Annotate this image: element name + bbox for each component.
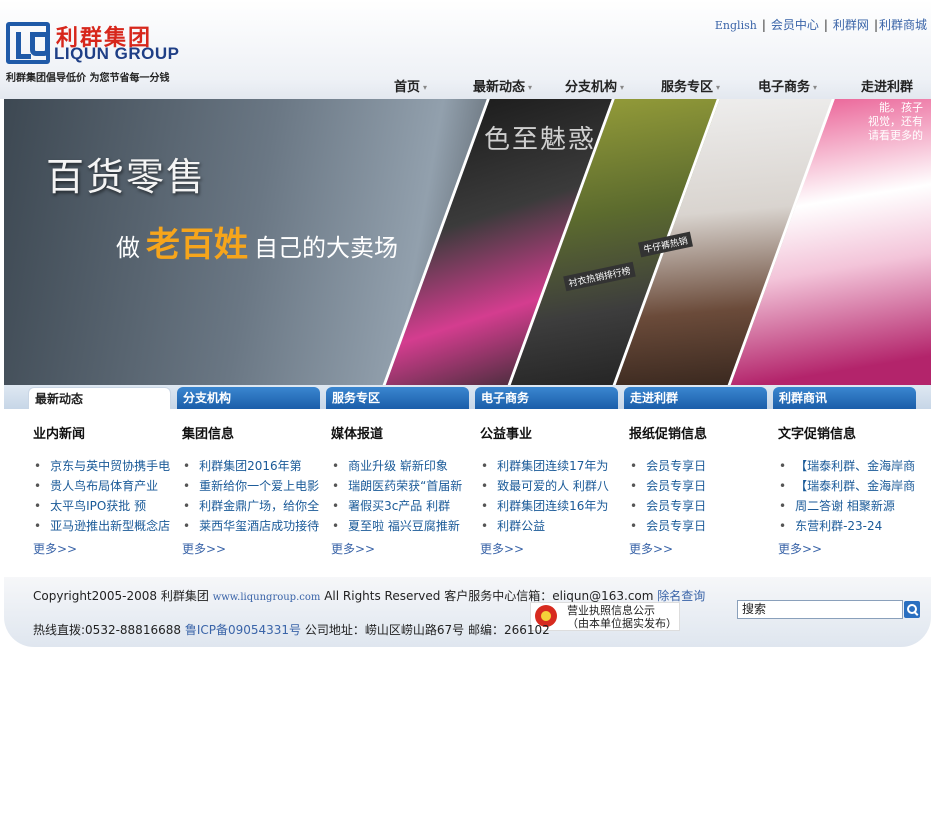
logo-mark-icon	[6, 22, 50, 64]
column-industry-news: 业内新闻 • 京东与英中贸协携手电 • 贵人鸟布局体育产业 • 太平鸟IPO获批 预 …	[29, 409, 174, 577]
list-item[interactable]: • 亚马逊推出新型概念店	[33, 516, 173, 536]
column-media-reports: 媒体报道 • 商业升级 崭新印象 • 瑞朗医药荣获“首届新 • 署假买3c产品 利群 …	[327, 409, 472, 577]
list-item[interactable]: • 太平鸟IPO获批 预	[33, 496, 173, 516]
chevron-down-icon: ▾	[716, 83, 721, 92]
footer-contact-line: 热线直拨:0532-88816688 鲁ICP备09054331号 公司地址：崂…	[33, 623, 550, 637]
main-nav: 首页 ▾ 最新动态 ▾ 分支机构 ▾ 服务专区 ▾ 电子商务 ▾ 走进利群	[384, 76, 931, 95]
tab-liqun-news[interactable]: 利群商讯	[773, 387, 916, 409]
site-footer: Copyright2005-2008 利群集团 www.liqungroup.c…	[4, 577, 931, 647]
news-list: • 【瑞泰利群、金海岸商 • 【瑞泰利群、金海岸商 • 周二答谢 相聚新源 • 东营利群…	[778, 456, 918, 536]
hero-banner[interactable]: 色至魅惑 衬衣热销排行榜 牛仔裤热销 能。孩子 视觉，还有 请看更多的 百货零售…	[4, 99, 931, 385]
list-item[interactable]: • 京东与英中贸协携手电	[33, 456, 173, 476]
tab-ecommerce[interactable]: 电子商务	[475, 387, 618, 409]
logo-english-name: LIQUN GROUP	[54, 44, 180, 63]
list-item[interactable]: • 利群集团连续16年为	[480, 496, 620, 516]
list-item[interactable]: • 东营利群-23-24	[778, 516, 918, 536]
link-liqun-net[interactable]: 利群网	[833, 18, 869, 32]
list-item[interactable]: • 利群集团连续17年为	[480, 456, 620, 476]
list-item[interactable]: • 夏至啦 福兴豆腐推新	[331, 516, 471, 536]
site-header: 利群集团 LIQUN GROUP 利群集团倡导低价 为您节省每一分钱 Engli…	[0, 0, 931, 99]
news-list: • 利群集团连续17年为 • 致最可爱的人 利群八 • 利群集团连续16年为 • 利群公…	[480, 456, 620, 536]
list-item[interactable]: • 莱西华玺酒店成功接待	[182, 516, 322, 536]
link-member-center[interactable]: 会员中心	[771, 18, 819, 32]
more-link[interactable]: 更多>>	[182, 540, 226, 557]
nav-latest-news[interactable]: 最新动态 ▾	[473, 76, 532, 95]
chevron-down-icon: ▾	[423, 83, 428, 92]
list-item[interactable]: • 会员专享日	[629, 496, 769, 516]
list-item[interactable]: • 利群集团2016年第	[182, 456, 322, 476]
tab-service-zone[interactable]: 服务专区	[326, 387, 469, 409]
logo-slogan: 利群集团倡导低价 为您节省每一分钱	[6, 73, 170, 84]
list-item[interactable]: • 【瑞泰利群、金海岸商	[778, 456, 918, 476]
top-links: English | 会员中心 | 利群网 |利群商城	[714, 18, 927, 32]
section-tabs: 最新动态 分支机构 服务专区 电子商务 走进利群 利群商讯	[4, 385, 931, 409]
list-item[interactable]: • 周二答谢 相聚新源	[778, 496, 918, 516]
column-group-info: 集团信息 • 利群集团2016年第 • 重新给你一个爱上电影 • 利群金鼎广场，给你全…	[178, 409, 323, 577]
more-link[interactable]: 更多>>	[33, 540, 77, 557]
nav-home[interactable]: 首页 ▾	[394, 76, 427, 95]
more-link[interactable]: 更多>>	[629, 540, 673, 557]
news-columns: 业内新闻 • 京东与英中贸协携手电 • 贵人鸟布局体育产业 • 太平鸟IPO获批 预 …	[4, 409, 931, 577]
list-item[interactable]: • 【瑞泰利群、金海岸商	[778, 476, 918, 496]
banner-corner-text: 能。孩子 视觉，还有 请看更多的	[868, 101, 923, 142]
chevron-down-icon: ▾	[813, 83, 818, 92]
column-title: 报纸促销信息	[629, 427, 708, 442]
more-link[interactable]: 更多>>	[778, 540, 822, 557]
news-list: • 京东与英中贸协携手电 • 贵人鸟布局体育产业 • 太平鸟IPO获批 预 • 亚马逊推…	[33, 456, 173, 536]
list-item[interactable]: • 致最可爱的人 利群八	[480, 476, 620, 496]
list-item[interactable]: • 瑞朗医药荣获“首届新	[331, 476, 471, 496]
news-list: • 会员专享日 • 会员专享日 • 会员专享日 • 会员专享日	[629, 456, 769, 536]
list-item[interactable]: • 署假买3c产品 利群	[331, 496, 471, 516]
list-item[interactable]: • 重新给你一个爱上电影	[182, 476, 322, 496]
news-list: • 利群集团2016年第 • 重新给你一个爱上电影 • 利群金鼎广场，给你全 • 莱西华…	[182, 456, 322, 536]
link-english[interactable]: English	[715, 19, 757, 32]
column-charity: 公益事业 • 利群集团连续17年为 • 致最可爱的人 利群八 • 利群集团连续16年为…	[476, 409, 621, 577]
banner-title: 百货零售	[46, 155, 207, 199]
more-link[interactable]: 更多>>	[480, 540, 524, 557]
tab-branches[interactable]: 分支机构	[177, 387, 320, 409]
list-item[interactable]: • 会员专享日	[629, 516, 769, 536]
footer-site-link[interactable]: www.liqungroup.com	[213, 592, 321, 603]
chevron-down-icon: ▾	[620, 83, 625, 92]
column-title: 公益事业	[480, 427, 533, 442]
news-list: • 商业升级 崭新印象 • 瑞朗医药荣获“首届新 • 署假买3c产品 利群 • 夏至啦 …	[331, 456, 471, 536]
list-item[interactable]: • 会员专享日	[629, 476, 769, 496]
nav-about-liqun[interactable]: 走进利群	[861, 76, 913, 95]
column-title: 业内新闻	[33, 427, 86, 442]
column-title: 集团信息	[182, 427, 235, 442]
banner-tagline: 色至魅惑	[484, 125, 597, 155]
badge-title: 营业执照信息公示	[567, 604, 655, 617]
list-item[interactable]: • 会员专享日	[629, 456, 769, 476]
search-icon[interactable]	[904, 601, 920, 618]
icp-link[interactable]: 鲁ICP备09054331号	[185, 623, 301, 637]
list-item[interactable]: • 贵人鸟布局体育产业	[33, 476, 173, 496]
banner-subtitle: 做老百姓 自己的大卖场	[116, 225, 398, 265]
nav-ecommerce[interactable]: 电子商务 ▾	[758, 76, 817, 95]
nav-service-zone[interactable]: 服务专区 ▾	[661, 76, 720, 95]
column-text-promotions: 文字促销信息 • 【瑞泰利群、金海岸商 • 【瑞泰利群、金海岸商 • 周二答谢 相聚新…	[774, 409, 919, 577]
tab-about-liqun[interactable]: 走进利群	[624, 387, 767, 409]
chevron-down-icon: ▾	[528, 83, 533, 92]
search-input[interactable]: 搜索	[737, 600, 903, 619]
business-license-badge[interactable]: 营业执照信息公示 （由本单位据实发布）	[530, 602, 680, 631]
nav-branches[interactable]: 分支机构 ▾	[565, 76, 624, 95]
column-newspaper-promotions: 报纸促销信息 • 会员专享日 • 会员专享日 • 会员专享日 • 会员专享日 更多>>	[625, 409, 770, 577]
tab-latest-news[interactable]: 最新动态	[28, 387, 171, 409]
column-title: 媒体报道	[331, 427, 384, 442]
more-link[interactable]: 更多>>	[331, 540, 375, 557]
logo[interactable]: 利群集团 LIQUN GROUP 利群集团倡导低价 为您节省每一分钱	[6, 20, 191, 86]
list-item[interactable]: • 利群金鼎广场，给你全	[182, 496, 322, 516]
badge-subtitle: （由本单位据实发布）	[567, 617, 677, 630]
list-item[interactable]: • 商业升级 崭新印象	[331, 456, 471, 476]
domain-check-link[interactable]: 除名查询	[657, 589, 705, 603]
list-item[interactable]: • 利群公益	[480, 516, 620, 536]
link-liqun-mall[interactable]: 利群商城	[879, 18, 927, 32]
column-title: 文字促销信息	[778, 427, 857, 442]
